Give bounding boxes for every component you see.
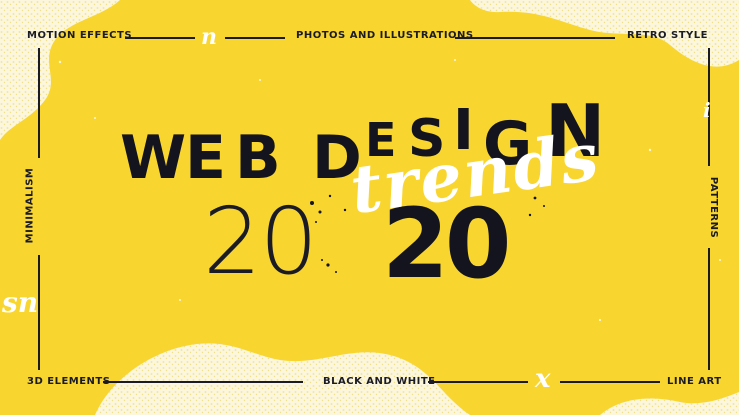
decorative-x-glyph: x: [535, 364, 551, 394]
label-retro-style: RETRO STYLE: [627, 30, 709, 41]
poster: MOTION EFFECTS PHOTOS AND ILLUSTRATIONS …: [0, 0, 739, 415]
frame-left-bottom-line: [38, 255, 40, 370]
frame-right-bottom-line: [708, 248, 710, 370]
decorative-n-glyph: n: [201, 24, 217, 50]
year-light-digits: 20: [203, 188, 318, 295]
label-line-art: LINE ART: [667, 376, 722, 387]
frame-left-top-line: [38, 48, 40, 158]
label-patterns: PATTERNS: [708, 176, 720, 239]
label-3d-elements: 3D ELEMENTS: [27, 376, 111, 387]
paint-splash-bottom-right: [600, 392, 739, 415]
label-black-and-white: BLACK AND WHITE: [323, 376, 436, 387]
headline-letter: B: [235, 123, 281, 193]
decorative-left-glyph: sn: [2, 286, 39, 319]
frame-bottom-mid-line: [428, 381, 528, 383]
headline-letter: E: [185, 123, 226, 193]
label-photos-and-illustrations: PHOTOS AND ILLUSTRATIONS: [296, 30, 474, 41]
decorative-i-glyph: i: [703, 98, 711, 122]
frame-top-mid-line: [225, 37, 285, 39]
frame-bottom-left-line: [103, 381, 303, 383]
label-minimalism: MINIMALISM: [24, 167, 36, 244]
paint-splash-top-left: [0, 0, 120, 140]
frame-top-left-line: [125, 37, 195, 39]
frame-top-right-line: [455, 37, 615, 39]
frame-bottom-right-line: [560, 381, 660, 383]
headline-letter: W: [120, 123, 187, 193]
label-motion-effects: MOTION EFFECTS: [27, 30, 133, 41]
